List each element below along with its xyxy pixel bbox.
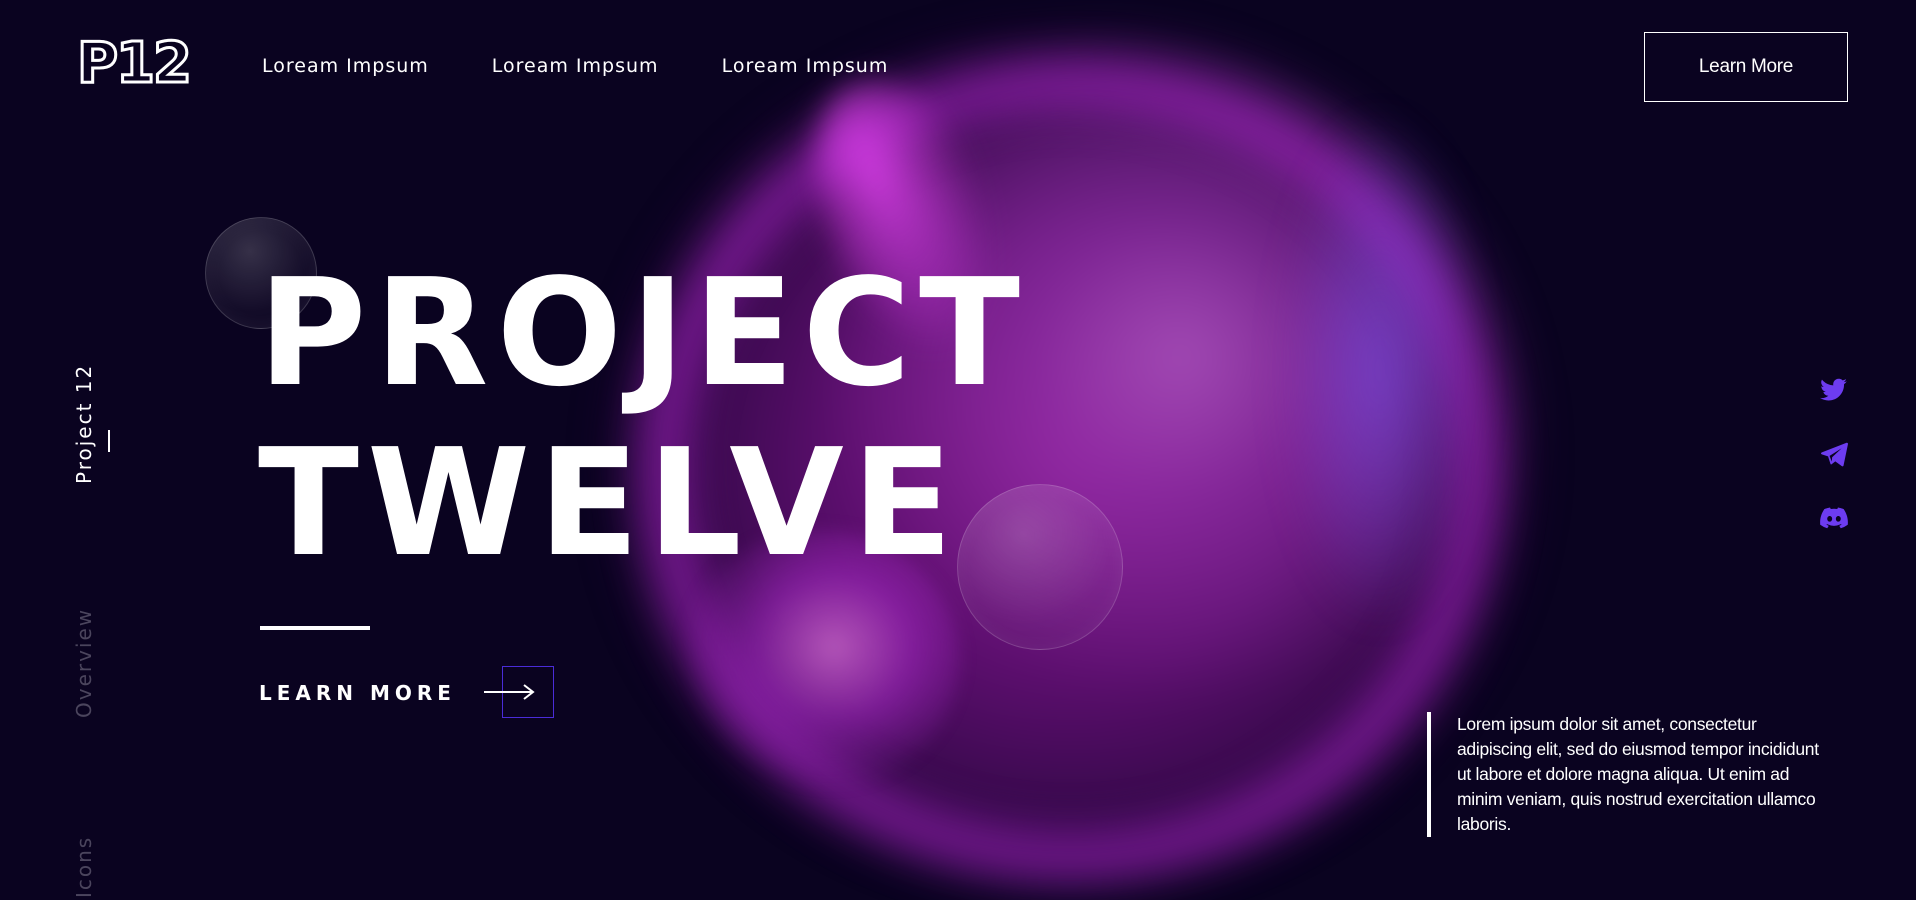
arrow-right-icon[interactable] xyxy=(483,666,556,720)
side-nav-project-12[interactable]: Project 12 xyxy=(72,364,96,484)
hero-description: Lorem ipsum dolor sit amet, consectetur … xyxy=(1427,712,1827,837)
hero-title-line-2: TWELVE xyxy=(258,417,961,589)
social-links xyxy=(1820,376,1848,532)
main-nav: Loream Impsum Loream Impsum Loream Impsu… xyxy=(262,55,888,77)
discord-icon[interactable] xyxy=(1820,504,1848,532)
hero-cta-label: LEARN MORE xyxy=(259,681,456,705)
logo[interactable]: P12 xyxy=(76,34,194,93)
nav-link-1[interactable]: Loream Impsum xyxy=(262,55,429,77)
side-nav-icons[interactable]: Icons xyxy=(72,836,96,898)
hero-title-line-1: PROJECT xyxy=(258,247,1028,419)
learn-more-button[interactable]: Learn More xyxy=(1644,32,1848,102)
hero-learn-more-link[interactable]: LEARN MORE xyxy=(259,666,556,720)
hero-divider xyxy=(260,626,370,630)
nav-link-2[interactable]: Loream Impsum xyxy=(492,55,659,77)
hero-title: PROJECT TWELVE xyxy=(258,248,1028,588)
telegram-icon[interactable] xyxy=(1820,440,1848,468)
side-nav-active-marker xyxy=(108,430,110,452)
orb-violet-glow xyxy=(1280,110,1480,630)
twitter-icon[interactable] xyxy=(1820,376,1848,404)
nav-link-3[interactable]: Loream Impsum xyxy=(722,55,889,77)
side-nav-overview[interactable]: Overview xyxy=(72,608,96,718)
